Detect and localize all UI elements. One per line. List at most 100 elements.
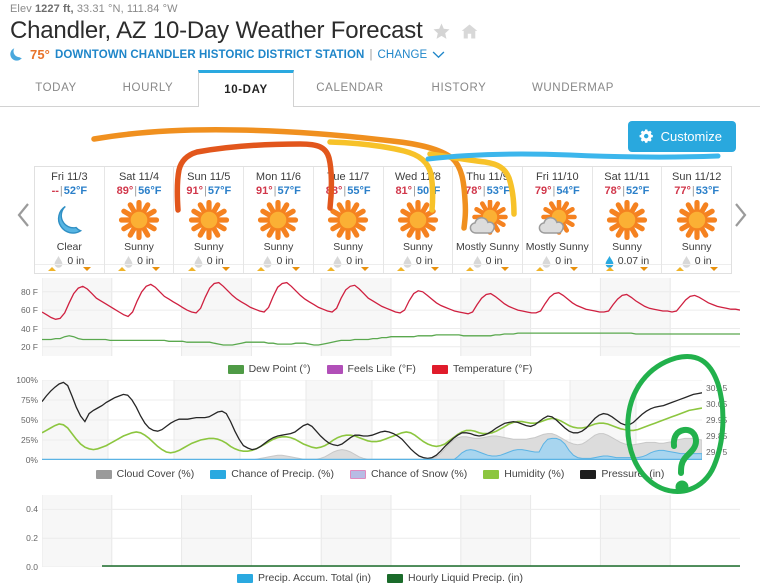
legend-label: Hourly Liquid Precip. (in) — [408, 572, 523, 584]
sunset-icon — [500, 267, 509, 271]
legend-label: Temperature (°F) — [452, 363, 533, 375]
day-card[interactable]: Sat 11/4 89°|56°F Sunny 0 in — [104, 167, 175, 273]
precipitation-chart-legend: Precip. Accum. Total (in) Hourly Liquid P… — [0, 572, 760, 584]
day-card[interactable]: Tue 11/7 88°|55°F Sunny 0 in — [313, 167, 384, 273]
day-card[interactable]: Wed 11/8 81°|50°F Sunny 0 in — [383, 167, 454, 273]
legend-item[interactable]: Dew Point (°) — [227, 363, 311, 375]
day-low: 57°F — [277, 185, 301, 197]
chevron-down-icon[interactable] — [432, 50, 445, 59]
day-condition: Mostly Sunny — [456, 241, 520, 253]
prev-days-arrow[interactable] — [16, 202, 32, 228]
sunrise-icon — [187, 267, 196, 271]
tab-history[interactable]: HISTORY — [406, 70, 512, 106]
legend-item[interactable]: Cloud Cover (%) — [95, 468, 194, 480]
legend-item[interactable]: Chance of Precip. (%) — [210, 468, 334, 480]
next-days-arrow[interactable] — [732, 202, 748, 228]
station-row: 75° DOWNTOWN CHANDLER HISTORIC DISTRICT … — [8, 46, 445, 63]
sunset-icon — [640, 267, 649, 271]
legend-swatch — [483, 469, 500, 479]
day-high: 88° — [325, 185, 343, 197]
day-temperatures: --|52°F — [52, 184, 88, 199]
axis-tick-label: 25% — [20, 435, 38, 445]
day-sun-times — [35, 264, 104, 271]
axis-tick-label: 30.05 — [706, 399, 728, 409]
day-sun-times — [383, 264, 453, 271]
sun-icon — [324, 199, 372, 241]
sunrise-icon — [326, 267, 335, 271]
sunrise-icon — [536, 267, 545, 271]
sunrise-icon — [675, 267, 684, 271]
customize-button[interactable]: Customize — [627, 121, 736, 152]
forecast-days-list: Fri 11/3 --|52°F Clear 0 in Sat 11/4 89°|56°F… — [34, 166, 732, 274]
day-temperatures: 78°|53°F — [465, 184, 510, 199]
temperature-chart-legend: Dew Point (°) Feels Like (°F) Temperature … — [0, 363, 760, 375]
day-name: Tue 11/7 — [327, 171, 370, 183]
legend-item[interactable]: Humidity (%) — [483, 468, 564, 480]
tab-hourly[interactable]: HOURLY — [98, 70, 198, 106]
day-sun-times — [244, 264, 313, 271]
station-name-link[interactable]: DOWNTOWN CHANDLER HISTORIC DISTRICT STAT… — [55, 49, 364, 61]
day-high: 79° — [534, 185, 552, 197]
day-condition: Sunny — [193, 241, 224, 253]
legend-label: Humidity (%) — [504, 468, 565, 480]
star-icon[interactable] — [432, 22, 451, 41]
sun-cloud-icon — [533, 199, 581, 240]
day-condition: Sunny — [402, 241, 433, 253]
day-card[interactable]: Sat 11/11 78°|52°F Sunny 0.07 in — [592, 167, 663, 273]
legend-label: Pressure. (in) — [601, 468, 665, 480]
legend-item[interactable]: Hourly Liquid Precip. (in) — [387, 572, 523, 584]
day-high: 91° — [256, 185, 273, 197]
axis-tick-label: 60 F — [20, 305, 38, 316]
sun-icon — [394, 199, 442, 241]
day-name: Sun 11/12 — [672, 171, 722, 183]
day-card[interactable]: Fri 11/10 79°|54°F Mostly Sunny 0 in — [522, 167, 593, 273]
sunrise-icon — [48, 267, 57, 271]
day-low: 56°F — [138, 185, 162, 197]
sunset-icon — [361, 267, 370, 271]
home-icon[interactable] — [460, 22, 479, 41]
green-question-mark-dot — [675, 480, 689, 494]
conditions-y-axis: 100% 75% 50% 25% 0% — [0, 375, 38, 465]
precipitation-y-axis: 0.4 0.2 0.0 — [0, 495, 38, 572]
sun-icon — [185, 199, 233, 241]
current-temperature: 75° — [30, 47, 50, 62]
axis-tick-label: 20 F — [20, 341, 38, 352]
coordinates: 33.31 °N, 111.84 °W — [76, 3, 178, 15]
legend-item[interactable]: Pressure. (in) — [580, 468, 664, 480]
day-name: Sat 11/4 — [118, 171, 160, 183]
day-card[interactable]: Fri 11/3 --|52°F Clear 0 in — [35, 167, 105, 273]
axis-tick-label: 80 F — [20, 286, 38, 297]
day-condition: Sunny — [263, 241, 294, 253]
day-low: 53°F — [695, 185, 720, 197]
day-card[interactable]: Mon 11/6 91°|57°F Sunny 0 in — [244, 167, 314, 273]
day-condition: Clear — [56, 241, 82, 253]
day-low: 57°F — [207, 185, 232, 197]
day-condition: Sunny — [681, 241, 712, 253]
sunset-icon — [291, 267, 300, 271]
day-card[interactable]: Thu 11/9 78°|53°F Mostly Sunny 0 in — [453, 167, 523, 273]
day-card[interactable]: Sun 11/12 77°|53°F Sunny 0 in — [662, 167, 732, 273]
precipitation-chart: 0.4 0.2 0.0 — [0, 495, 760, 572]
weather-forecast-page: Elev 1227 ft, 33.31 °N, 111.84 °W Chandl… — [0, 0, 760, 585]
tab-today[interactable]: TODAY — [14, 70, 98, 106]
tab-10-day[interactable]: 10-DAY — [198, 70, 294, 107]
axis-tick-label: 0.2 — [26, 533, 38, 544]
tab-calendar[interactable]: CALENDAR — [294, 70, 406, 106]
tab-wundermap[interactable]: WUNDERMAP — [512, 70, 634, 106]
change-station-link[interactable]: CHANGE — [378, 49, 428, 61]
day-high: 81° — [395, 185, 413, 197]
legend-item[interactable]: Temperature (°F) — [431, 363, 533, 375]
legend-item[interactable]: Chance of Snow (%) — [349, 468, 467, 480]
legend-item[interactable]: Precip. Accum. Total (in) — [237, 572, 371, 584]
day-sun-times — [522, 264, 592, 271]
day-card[interactable]: Sun 11/5 91°|57°F Sunny 0 in — [174, 167, 245, 273]
day-sun-times — [453, 264, 522, 271]
axis-tick-label: 29.75 — [706, 447, 728, 457]
legend-swatch — [580, 469, 597, 479]
day-low: 52°F — [63, 185, 88, 197]
day-low: 52°F — [626, 185, 650, 197]
legend-item[interactable]: Feels Like (°F) — [326, 363, 416, 375]
legend-label: Dew Point (°) — [248, 363, 311, 375]
day-name: Wed 11/8 — [394, 171, 441, 183]
separator-pipe: | — [369, 48, 373, 61]
